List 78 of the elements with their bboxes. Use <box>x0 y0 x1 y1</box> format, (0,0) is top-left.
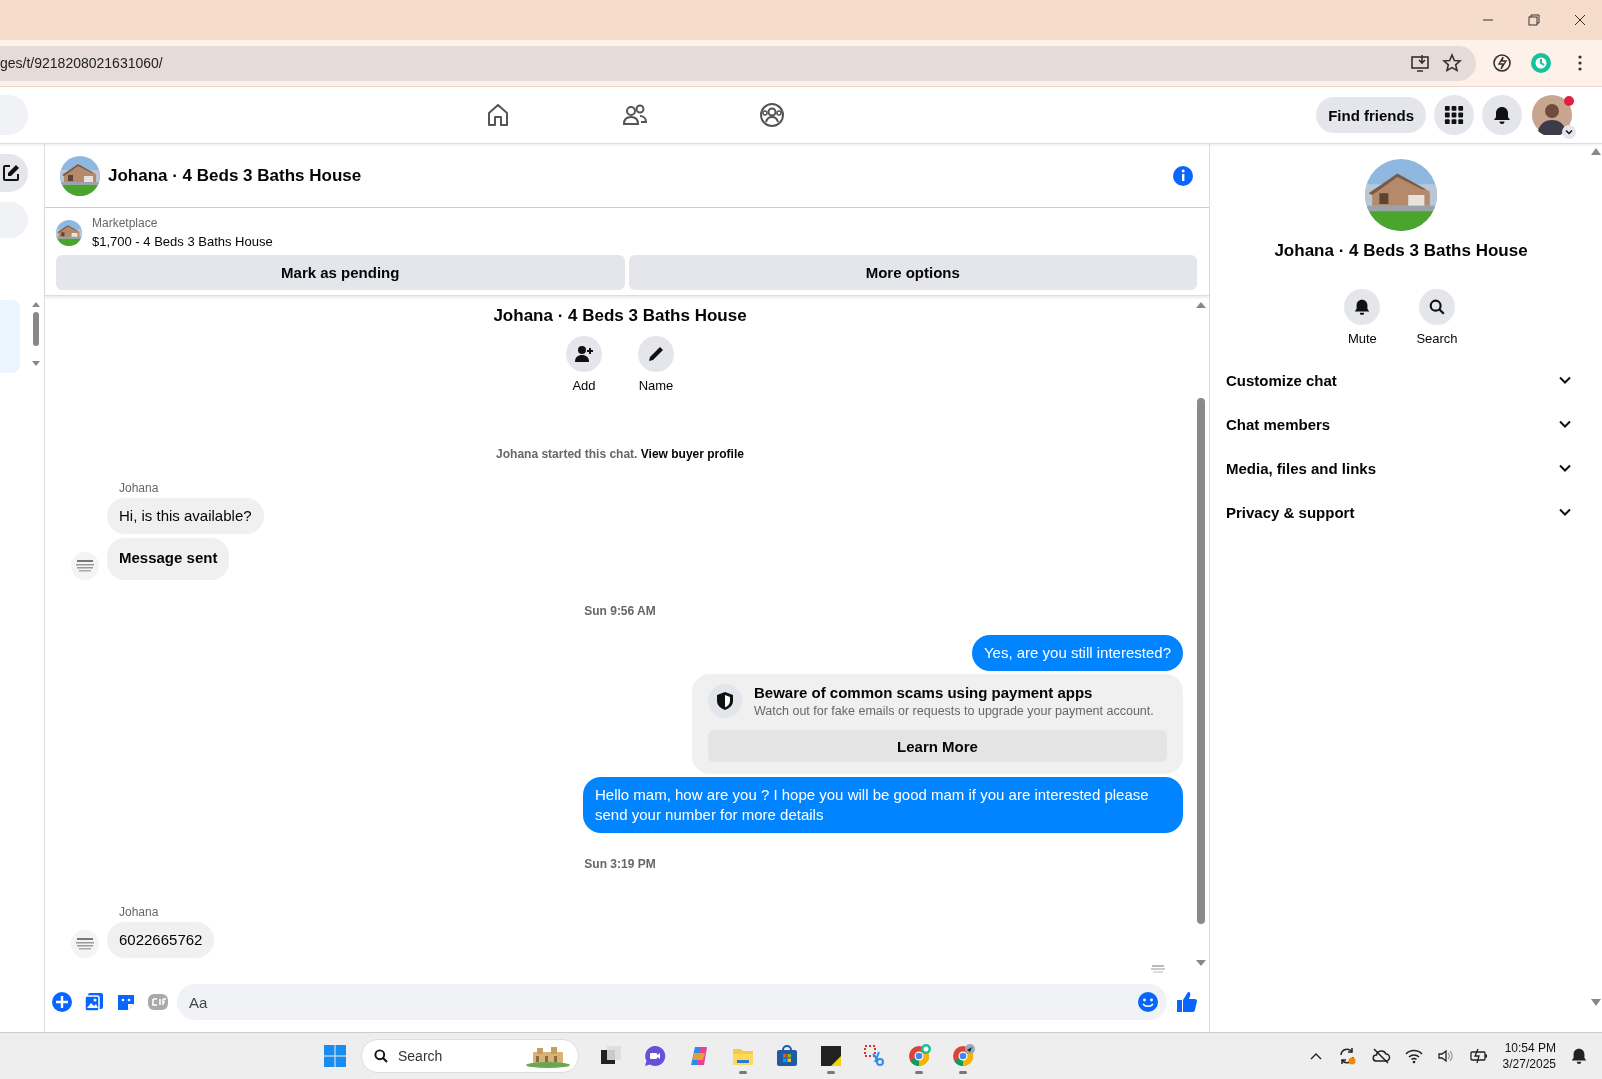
scroll-down-icon[interactable] <box>1194 958 1208 968</box>
address-bar[interactable]: ges/t/9218208021631060/ <box>0 45 1476 81</box>
message-field[interactable]: Aa <box>177 984 1167 1020</box>
plus-icon[interactable] <box>51 991 73 1013</box>
find-friends-button[interactable]: Find friends <box>1316 97 1426 133</box>
chevron-down-icon[interactable] <box>1562 125 1576 139</box>
message-bubble: Message sent <box>107 538 230 580</box>
name-button[interactable] <box>638 336 674 372</box>
button-label: Search <box>1416 331 1458 346</box>
menu-button[interactable] <box>1434 95 1474 135</box>
shield-icon <box>715 691 735 711</box>
clock[interactable]: 10:54 PM 3/27/2025 <box>1502 1040 1556 1072</box>
learn-more-button[interactable]: Learn More <box>708 730 1167 762</box>
listing-source: Marketplace <box>92 216 159 230</box>
button-label: Mute <box>1347 331 1377 346</box>
search-icon <box>1428 298 1446 316</box>
chat-title: Johana · 4 Beds 3 Baths House <box>108 165 362 186</box>
message-bubble: 6022665762 <box>107 922 215 958</box>
photo-icon[interactable] <box>83 991 105 1013</box>
volume-icon[interactable] <box>1436 1047 1455 1065</box>
add-button[interactable] <box>566 336 602 372</box>
notice-text: Johana started this chat. <box>496 447 639 461</box>
section-header[interactable]: Chat members <box>1226 402 1576 446</box>
sender-name: Johana <box>119 905 159 919</box>
scroll-up-icon[interactable] <box>1591 148 1601 156</box>
buyer-profile-link[interactable]: View buyer profile <box>640 447 744 461</box>
timestamp: Sun 3:19 PM <box>584 857 656 871</box>
section-header[interactable]: Customize chat <box>1226 358 1576 402</box>
button-label: Add <box>572 378 596 393</box>
scroll-down-icon[interactable] <box>1591 998 1601 1006</box>
grid-icon <box>1443 104 1465 126</box>
add-person-icon <box>574 344 594 364</box>
read-receipt-icon <box>1151 964 1165 974</box>
bell-icon <box>1492 105 1512 125</box>
message-bubble: Hi, is this available? <box>107 498 264 534</box>
store-icon[interactable] <box>775 1043 799 1068</box>
scissors-icon[interactable] <box>863 1043 887 1068</box>
emoji-icon[interactable] <box>1137 991 1159 1013</box>
warning-text: Watch out for fake emails or requests to upgrade your payment account. <box>754 704 1154 718</box>
compose-button[interactable] <box>0 154 28 192</box>
close-icon[interactable] <box>1574 14 1586 26</box>
conversation-title: Johana · 4 Beds 3 Baths House <box>1274 241 1528 261</box>
listing-summary: $1,700 - 4 Beds 3 Baths House <box>92 234 273 249</box>
notification-dot <box>1564 96 1574 106</box>
notifications-button[interactable] <box>1482 95 1522 135</box>
action-button[interactable]: More options <box>628 255 1197 290</box>
sender-name: Johana <box>119 481 159 495</box>
battery-icon[interactable] <box>1468 1047 1489 1065</box>
start-icon[interactable] <box>323 1044 347 1068</box>
like-icon[interactable] <box>1175 990 1199 1014</box>
browser-icon[interactable] <box>951 1043 975 1068</box>
notification-bell-icon[interactable] <box>1570 1047 1588 1065</box>
browser-icon[interactable] <box>907 1043 931 1068</box>
avatar[interactable] <box>1532 95 1572 135</box>
wifi-icon[interactable] <box>1404 1047 1423 1065</box>
install-icon[interactable] <box>1410 53 1430 73</box>
action-button[interactable]: Mark as pending <box>56 255 625 290</box>
star-icon[interactable] <box>1442 53 1462 73</box>
compose-icon <box>1 163 21 183</box>
restore-icon[interactable] <box>1528 14 1540 26</box>
warning-title: Beware of common scams using payment apps <box>754 684 1094 701</box>
pencil-icon <box>646 344 666 364</box>
cloud-off-icon[interactable] <box>1370 1046 1391 1066</box>
message-bubble: Yes, are you still interested? <box>971 635 1183 671</box>
button-label: Name <box>638 378 674 393</box>
notes-icon[interactable] <box>819 1043 843 1068</box>
section-header[interactable]: Privacy & support <box>1226 490 1576 534</box>
info-icon[interactable] <box>1172 164 1194 187</box>
section-header[interactable]: Media, files and links <box>1226 446 1576 490</box>
mute-button[interactable] <box>1344 289 1381 325</box>
conversation-title: Johana · 4 Beds 3 Baths House <box>493 306 747 326</box>
timestamp: Sun 9:56 AM <box>584 604 656 618</box>
groups-icon[interactable] <box>758 101 786 129</box>
chat-icon[interactable] <box>643 1043 667 1068</box>
url-text: ges/t/9218208021631060/ <box>0 55 163 71</box>
search-button[interactable] <box>1419 289 1455 325</box>
bell-icon <box>1353 298 1372 316</box>
message-bubble: Hello mam, how are you ? I hope you will be good mam if you are interested please send your number for more details <box>583 777 1183 833</box>
